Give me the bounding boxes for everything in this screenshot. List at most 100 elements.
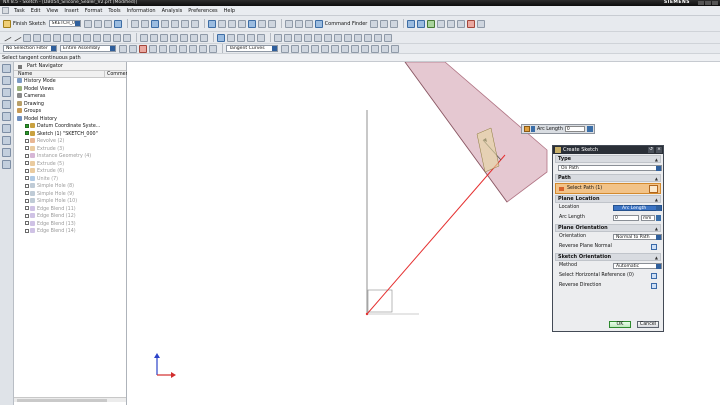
snap-point-icon[interactable] — [149, 44, 157, 53]
auto-dimension-icon[interactable] — [314, 33, 322, 42]
navigator-item[interactable]: Extrude (5) — [14, 160, 126, 169]
navigator-item[interactable]: Edge Blend (13) — [14, 220, 126, 229]
select-path-row[interactable]: Select Path (1) — [555, 183, 661, 194]
menu-insert[interactable]: Insert — [61, 8, 81, 14]
pan-icon[interactable] — [237, 19, 246, 28]
visibility-checkbox[interactable] — [25, 213, 29, 218]
point-on-face-icon[interactable] — [331, 44, 339, 53]
sketch-settings-icon[interactable] — [103, 19, 112, 28]
rapid-dimension-icon[interactable] — [217, 33, 225, 42]
add-existing-curves-icon[interactable] — [190, 33, 198, 42]
studio-spline-icon[interactable] — [73, 33, 81, 42]
repeat-command-icon[interactable] — [304, 19, 313, 28]
vector-picker-icon[interactable] — [651, 273, 657, 279]
continuous-auto-dim-icon[interactable] — [364, 33, 372, 42]
radial-dimension-icon[interactable] — [237, 33, 245, 42]
follow-fillet-icon[interactable] — [291, 44, 299, 53]
navigator-scrollbar[interactable] — [14, 397, 126, 402]
arc-length-popup-input[interactable]: 0 — [564, 126, 585, 132]
navigator-item[interactable]: History Mode — [14, 78, 126, 86]
mirror-curve-icon[interactable] — [160, 33, 168, 42]
finish-sketch-icon[interactable] — [3, 19, 11, 28]
formula-menu-icon[interactable] — [656, 215, 661, 221]
window-icon[interactable] — [370, 19, 379, 28]
polygon-icon[interactable] — [53, 33, 61, 42]
roles-icon[interactable] — [2, 160, 11, 169]
circle-icon[interactable] — [33, 33, 41, 42]
profile-icon[interactable] — [2, 33, 12, 42]
measure-icon[interactable] — [437, 19, 446, 28]
help-icon[interactable] — [390, 19, 399, 28]
assemblies-icon[interactable] — [407, 19, 416, 28]
snap-midpoint-icon[interactable] — [169, 44, 177, 53]
snap-quadrant-icon[interactable] — [189, 44, 197, 53]
navigator-item[interactable]: Simple Hole (10) — [14, 198, 126, 206]
create-inferred-icon[interactable] — [354, 33, 362, 42]
path-section-header[interactable]: Path — [555, 174, 661, 182]
method-select[interactable]: Automatic — [613, 263, 662, 269]
arc-icon[interactable] — [23, 33, 31, 42]
convert-reference-icon[interactable] — [324, 33, 332, 42]
auto-constrain-icon[interactable] — [304, 33, 312, 42]
menu-tools[interactable]: Tools — [105, 8, 123, 14]
make-corner-icon[interactable] — [123, 33, 131, 42]
snap-intersection-icon[interactable] — [199, 44, 207, 53]
navigator-item[interactable]: Edge Blend (14) — [14, 228, 126, 236]
hide-icon[interactable] — [267, 19, 276, 28]
inferred-constraints-icon[interactable] — [344, 33, 352, 42]
visibility-checkbox[interactable] — [25, 191, 29, 195]
navigator-item[interactable]: Edge Blend (12) — [14, 213, 126, 221]
project-curve-icon[interactable] — [200, 33, 208, 42]
ok-button[interactable]: OK — [609, 321, 631, 328]
navigator-item[interactable]: Model Views — [14, 85, 126, 94]
reattach-icon[interactable] — [93, 19, 102, 28]
menu-task[interactable]: Task — [11, 8, 28, 14]
scrollbar-thumb[interactable] — [17, 399, 107, 402]
analysis-icon[interactable] — [447, 19, 456, 28]
history-icon[interactable] — [2, 136, 11, 145]
visibility-checkbox[interactable] — [25, 168, 29, 173]
orient-icon[interactable] — [257, 19, 266, 28]
navigator-item[interactable]: Instance Geometry (4) — [14, 153, 126, 161]
layer-settings-icon[interactable] — [417, 19, 426, 28]
animate-dimension-icon[interactable] — [374, 33, 382, 42]
pin-icon[interactable] — [18, 65, 22, 69]
assembly-scope-select[interactable]: Entire Assembly — [60, 45, 116, 52]
stop-at-intersection-icon[interactable] — [281, 44, 289, 53]
point-icon[interactable] — [467, 19, 476, 28]
rotate-icon[interactable] — [227, 19, 236, 28]
rectangle-icon[interactable] — [43, 33, 51, 42]
chamfer-icon[interactable] — [93, 33, 101, 42]
menu-edit[interactable]: Edit — [28, 8, 44, 14]
reuse-library-icon[interactable] — [2, 100, 11, 109]
location-select[interactable]: Arc Length — [613, 205, 662, 211]
relations-browser-icon[interactable] — [384, 33, 392, 42]
line-icon[interactable] — [12, 33, 22, 42]
bounded-grid-icon[interactable] — [341, 44, 349, 53]
navigator-item[interactable]: Unite (7) — [14, 175, 126, 184]
navigator-item[interactable]: Revolve (2) — [14, 138, 126, 146]
navigator-item[interactable]: Simple Hole (8) — [14, 183, 126, 191]
visibility-checkbox[interactable] — [25, 228, 29, 233]
menu-view[interactable]: View — [43, 8, 61, 14]
fillet-icon[interactable] — [83, 33, 91, 42]
zoom-icon[interactable] — [217, 19, 226, 28]
plane-orientation-section-header[interactable]: Plane Orientation — [555, 224, 661, 232]
navigator-item[interactable]: Model History — [14, 115, 126, 124]
visibility-checkbox[interactable] — [25, 198, 29, 203]
menu-information[interactable]: Information — [124, 8, 159, 14]
part-navigator-icon[interactable] — [2, 88, 11, 97]
unit-menu-icon[interactable] — [586, 126, 593, 132]
intersection-point-icon[interactable] — [170, 33, 178, 42]
make-symmetric-icon[interactable] — [284, 33, 292, 42]
visibility-checkbox[interactable] — [25, 183, 29, 188]
linear-dimension-icon[interactable] — [227, 33, 235, 42]
perimeter-dimension-icon[interactable] — [257, 33, 265, 42]
render-style-icon[interactable] — [247, 19, 256, 28]
navigator-item[interactable]: Extrude (6) — [14, 168, 126, 176]
show-constraints-icon[interactable] — [294, 33, 302, 42]
new-icon[interactable] — [130, 19, 139, 28]
command-finder-icon[interactable] — [314, 19, 323, 28]
navigator-item[interactable]: Groups — [14, 108, 126, 116]
pole-icon[interactable] — [381, 44, 389, 53]
